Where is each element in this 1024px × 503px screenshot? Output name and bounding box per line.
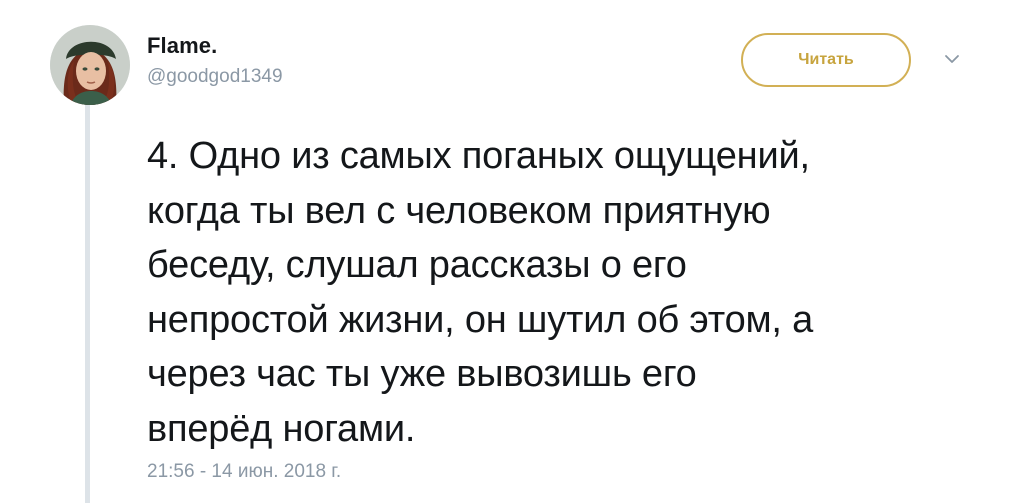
chevron-down-icon[interactable] bbox=[942, 52, 962, 66]
tweet-timestamp[interactable]: 21:56 - 14 июн. 2018 г. bbox=[147, 461, 341, 483]
user-avatar-portrait-icon bbox=[50, 25, 130, 105]
author-handle[interactable]: @goodgod1349 bbox=[147, 66, 283, 88]
thread-line bbox=[85, 104, 90, 503]
author-name[interactable]: Flame. bbox=[147, 33, 217, 59]
follow-button[interactable]: Читать bbox=[741, 33, 911, 87]
tweet-text: 4. Одно из самых поганых ощущений, когда… bbox=[147, 135, 814, 450]
avatar[interactable] bbox=[50, 25, 130, 105]
